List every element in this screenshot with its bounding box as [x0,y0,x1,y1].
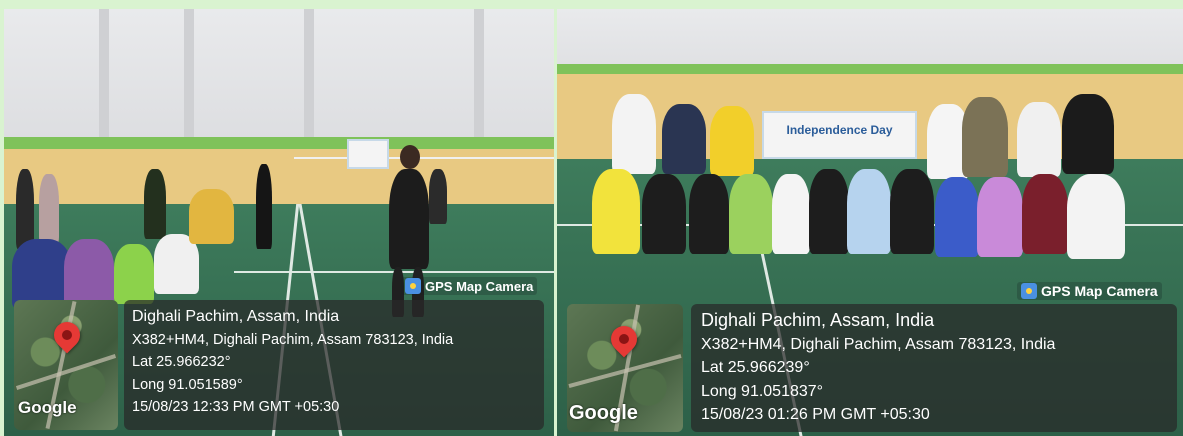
left-photo: GPS Map Camera Google Dighali Pachim, As… [4,9,554,436]
place-name: Dighali Pachim, Assam, India [132,308,340,325]
location-map: Google [567,304,683,432]
gps-map-camera-tag: GPS Map Camera [401,277,538,295]
datetime: 15/08/23 12:33 PM GMT +05:30 [132,399,340,415]
latitude: Lat 25.966239° [701,359,810,376]
standing-person [429,169,447,224]
gps-label: GPS Map Camera [1041,283,1158,299]
location-info-box: Dighali Pachim, Assam, India X382+HM4, D… [691,304,1177,432]
kneeling-person [1022,174,1068,254]
map-road [15,354,117,390]
standing-person [710,106,754,176]
gps-map-camera-tag: GPS Map Camera [1017,282,1162,300]
kneeling-person [729,174,773,254]
standing-person [144,169,166,239]
wall-green-band [557,64,1183,74]
latitude: Lat 25.966232° [132,354,231,370]
kneeling-person [809,169,849,254]
google-logo: Google [18,398,77,417]
wall-pillar [99,9,109,149]
badminton-net [294,157,554,159]
kneeling-person [689,174,729,254]
seated-person [114,244,154,304]
gps-label: GPS Map Camera [425,278,534,294]
longitude: Long 91.051589° [132,376,243,393]
independence-day-banner: Independence Day [762,111,917,159]
address: X382+HM4, Dighali Pachim, Assam 783123, … [132,331,454,348]
seated-person [189,189,234,244]
standing-person [962,97,1008,177]
standing-person [39,174,59,244]
datetime: 15/08/23 01:26 PM GMT +05:30 [701,406,930,423]
hall-wall [4,9,554,149]
kneeling-person [890,169,934,254]
kneeling-person [977,177,1023,257]
kneeling-person [935,177,979,257]
standing-person [662,104,706,174]
map-pin-icon [605,320,643,358]
player [389,169,429,269]
map-pin-icon [48,316,86,354]
gps-camera-icon [1021,283,1037,299]
player-head [400,145,420,169]
kneeling-person [847,169,891,254]
kneeling-person [1067,174,1125,259]
place-name: Dighali Pachim, Assam, India [701,310,935,330]
standing-person [1017,102,1061,177]
kneeling-person [592,169,640,254]
longitude: Long 91.051837° [701,382,824,400]
wall-banner [347,139,389,169]
location-map: Google [14,300,118,430]
right-photo: Independence Day GPS Map Camera Google D… [557,9,1183,436]
google-logo: Google [569,402,638,424]
kneeling-person [772,174,810,254]
wall-pillar [184,9,194,149]
wall-green-band [4,137,554,149]
address: X382+HM4, Dighali Pachim, Assam 783123, … [701,335,1056,353]
seated-person [64,239,114,309]
standing-person [612,94,656,174]
standing-person [16,169,34,249]
kneeling-person [642,174,686,254]
location-info-box: Dighali Pachim, Assam, India X382+HM4, D… [124,300,544,430]
gps-camera-icon [405,278,421,294]
wall-pillar [474,9,484,149]
seated-person [12,239,72,309]
wall-pillar [304,9,314,149]
standing-person [256,164,272,249]
standing-person [1062,94,1114,174]
